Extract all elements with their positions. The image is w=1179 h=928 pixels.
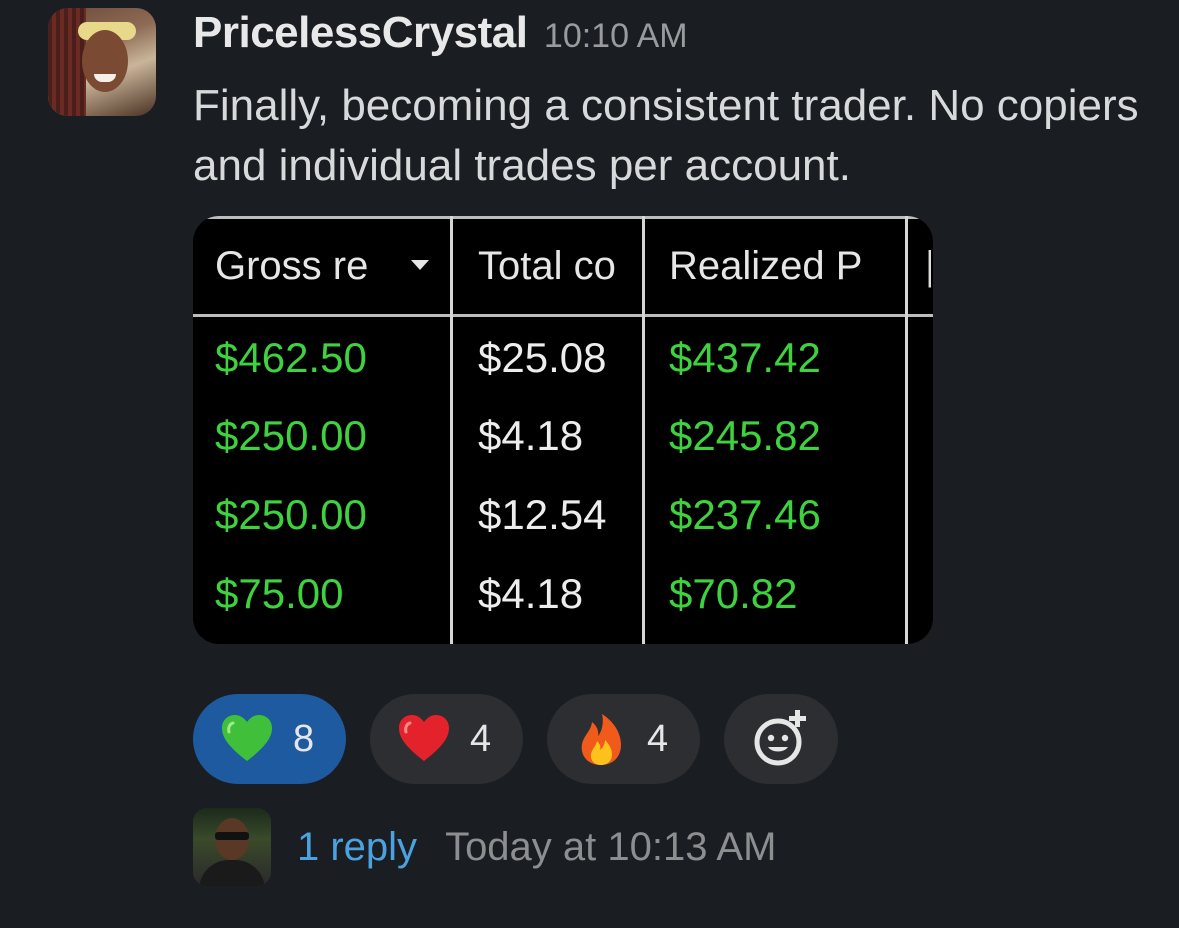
reaction-count: 4: [470, 717, 492, 760]
author-name[interactable]: PricelessCrystal: [193, 8, 528, 57]
column-header-cut: |: [925, 244, 931, 288]
table-cell: $437.42: [669, 334, 821, 381]
column-divider: [642, 216, 645, 644]
image-attachment[interactable]: Gross re Total co Realized P | $462.50 $…: [193, 216, 933, 644]
table-cell: $25.08: [478, 334, 607, 381]
table-cell: $462.50: [215, 334, 367, 381]
message-container: PricelessCrystal 10:10 AM Finally, becom…: [0, 0, 1179, 928]
pnl-table: Gross re Total co Realized P | $462.50 $…: [193, 216, 933, 644]
reaction-red-heart[interactable]: 4: [370, 694, 523, 784]
reaction-bar: 8 4 4: [193, 694, 838, 784]
message-text: Finally, becoming a consistent trader. N…: [193, 81, 1139, 190]
table-cell: $70.82: [669, 570, 798, 617]
add-reaction-icon: [754, 710, 806, 766]
column-header-gross: Gross re: [215, 244, 369, 288]
header-divider: [193, 314, 933, 317]
reply-avatar: [193, 808, 271, 886]
reaction-fire[interactable]: 4: [547, 694, 700, 784]
sort-caret-icon: [411, 260, 429, 270]
thread-summary[interactable]: 1 reply Today at 10:13 AM: [193, 808, 776, 886]
table-cell: $75.00: [215, 570, 344, 617]
reply-count-link[interactable]: 1 reply: [297, 825, 417, 870]
column-header-realized: Realized P: [669, 244, 863, 288]
message-header: PricelessCrystal 10:10 AM: [193, 8, 688, 58]
table-cell: $237.46: [669, 491, 821, 538]
table-cell: $250.00: [215, 412, 367, 459]
column-divider: [905, 216, 908, 644]
table-cell: $250.00: [215, 491, 367, 538]
column-divider: [450, 216, 453, 644]
red-heart-icon: [399, 715, 449, 761]
green-heart-icon: [222, 715, 272, 761]
reaction-count: 8: [293, 717, 315, 760]
reaction-count: 4: [647, 717, 669, 760]
table-cell: $12.54: [478, 491, 607, 538]
reaction-green-heart[interactable]: 8: [193, 694, 346, 784]
add-reaction-button[interactable]: [724, 694, 838, 784]
column-header-total: Total co: [478, 244, 616, 288]
author-avatar[interactable]: [48, 8, 156, 116]
table-cell: $4.18: [478, 412, 584, 459]
fire-icon: [581, 714, 621, 765]
table-cell: $4.18: [478, 570, 584, 617]
message-timestamp[interactable]: 10:10 AM: [544, 17, 688, 55]
table-cell: $245.82: [669, 412, 821, 459]
last-reply-time: Today at 10:13 AM: [445, 824, 777, 869]
